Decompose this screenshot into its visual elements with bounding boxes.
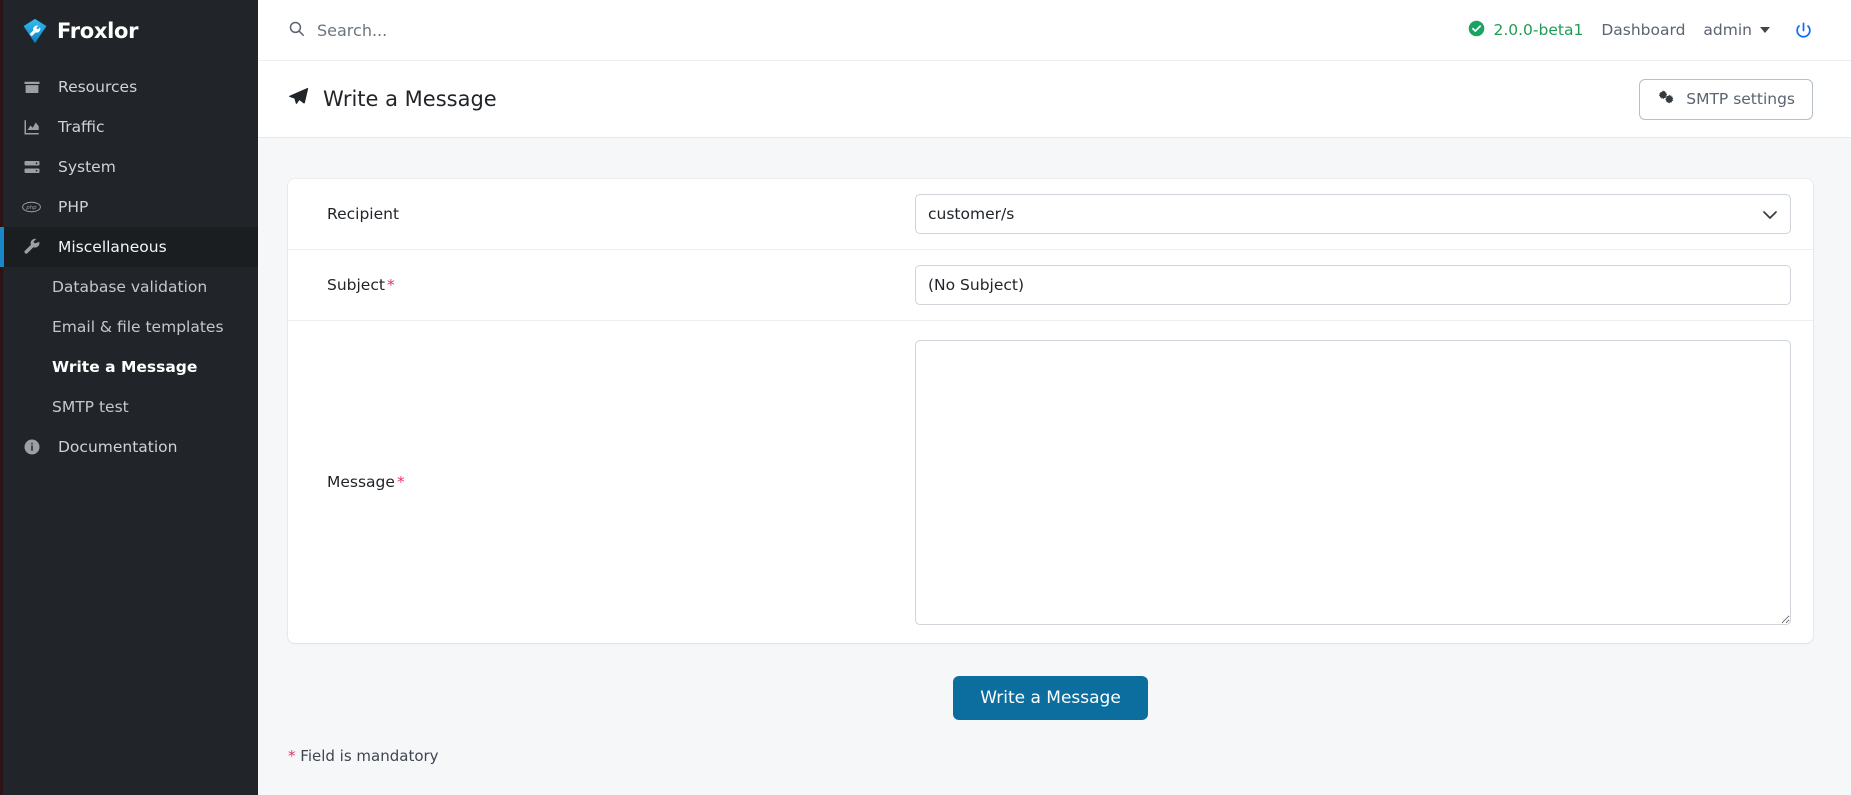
sidebar-subitem-database-validation[interactable]: Database validation: [0, 267, 258, 307]
sidebar-subitem-label: Database validation: [52, 278, 207, 296]
info-circle-icon: [22, 438, 41, 457]
paper-plane-icon: [288, 86, 309, 112]
search-input[interactable]: [317, 21, 617, 40]
subject-label-text: Subject: [327, 276, 385, 294]
topbar-right: 2.0.0-beta1 Dashboard admin: [1468, 20, 1813, 41]
sidebar-item-documentation[interactable]: Documentation: [0, 427, 258, 467]
write-message-submit-button[interactable]: Write a Message: [953, 676, 1148, 720]
froxlor-wrench-logo-icon: [22, 18, 48, 44]
sidebar-item-label: Resources: [58, 78, 137, 96]
wrench-icon: [22, 238, 41, 257]
sidebar-subitem-smtp-test[interactable]: SMTP test: [0, 387, 258, 427]
page-title: Write a Message: [288, 86, 1639, 112]
svg-text:php: php: [25, 205, 37, 211]
sidebar-subitem-email-file-templates[interactable]: Email & file templates: [0, 307, 258, 347]
subject-input[interactable]: [915, 265, 1791, 305]
mandatory-note: * Field is mandatory: [288, 720, 1813, 765]
sidebar-item-miscellaneous[interactable]: Miscellaneous: [0, 227, 258, 267]
message-textarea[interactable]: [915, 340, 1791, 625]
sidebar-item-resources[interactable]: Resources: [0, 67, 258, 107]
sidebar-item-label: System: [58, 158, 116, 176]
sidebar-item-php[interactable]: php PHP: [0, 187, 258, 227]
content-area: Recipient customer/s Subject*: [258, 138, 1851, 795]
form-row-subject: Subject*: [288, 250, 1813, 321]
sidebar-item-label: Documentation: [58, 438, 178, 456]
recipient-select-wrap: customer/s: [915, 194, 1791, 234]
version-label: 2.0.0-beta1: [1493, 21, 1583, 39]
message-label: Message*: [310, 473, 915, 491]
brand-name: Froxlor: [57, 19, 138, 43]
form-row-message: Message*: [288, 321, 1813, 643]
search-icon: [288, 20, 305, 41]
sidebar-subitem-label: Email & file templates: [52, 318, 224, 336]
submit-row: Write a Message: [288, 643, 1813, 720]
sidebar: Froxlor Resources Traffic System php PH: [0, 0, 258, 795]
sidebar-item-system[interactable]: System: [0, 147, 258, 187]
sidebar-item-label: Traffic: [58, 118, 105, 136]
recipient-label: Recipient: [310, 205, 915, 223]
sidebar-item-traffic[interactable]: Traffic: [0, 107, 258, 147]
message-field: [915, 340, 1791, 625]
smtp-settings-label: SMTP settings: [1686, 90, 1795, 108]
brand-logo-area[interactable]: Froxlor: [0, 0, 258, 61]
dashboard-link[interactable]: Dashboard: [1601, 21, 1685, 39]
version-badge: 2.0.0-beta1: [1468, 20, 1583, 41]
subject-label: Subject*: [310, 276, 915, 294]
main-area: 2.0.0-beta1 Dashboard admin Write a Mess…: [258, 0, 1851, 795]
sidebar-subitem-label: Write a Message: [52, 358, 197, 376]
cogs-icon: [1657, 89, 1676, 110]
sidebar-subitem-write-a-message[interactable]: Write a Message: [0, 347, 258, 387]
search-area[interactable]: [288, 20, 1468, 41]
chevron-down-icon: [1760, 27, 1770, 33]
box-icon: [22, 78, 41, 97]
power-icon[interactable]: [1794, 21, 1813, 40]
message-label-text: Message: [327, 473, 395, 491]
required-asterisk: *: [395, 473, 405, 491]
page-header: Write a Message SMTP settings: [258, 61, 1851, 138]
sidebar-item-label: PHP: [58, 198, 88, 216]
form-row-recipient: Recipient customer/s: [288, 179, 1813, 250]
smtp-settings-button[interactable]: SMTP settings: [1639, 79, 1813, 120]
recipient-select[interactable]: customer/s: [915, 194, 1791, 234]
write-message-form: Recipient customer/s Subject*: [288, 179, 1813, 643]
page-title-text: Write a Message: [323, 87, 497, 111]
user-menu-label: admin: [1703, 21, 1752, 39]
chart-area-icon: [22, 118, 41, 137]
sidebar-subitem-label: SMTP test: [52, 398, 129, 416]
topbar: 2.0.0-beta1 Dashboard admin: [258, 0, 1851, 61]
sidebar-item-label: Miscellaneous: [58, 238, 167, 256]
user-menu[interactable]: admin: [1703, 21, 1770, 39]
php-icon: php: [22, 198, 41, 217]
mandatory-note-text: Field is mandatory: [300, 747, 438, 765]
check-circle-icon: [1468, 20, 1485, 41]
recipient-field: customer/s: [915, 194, 1791, 234]
required-asterisk: *: [385, 276, 395, 294]
server-icon: [22, 158, 41, 177]
subject-field: [915, 265, 1791, 305]
sidebar-nav: Resources Traffic System php PHP Miscell…: [0, 61, 258, 467]
required-asterisk: *: [288, 747, 296, 765]
